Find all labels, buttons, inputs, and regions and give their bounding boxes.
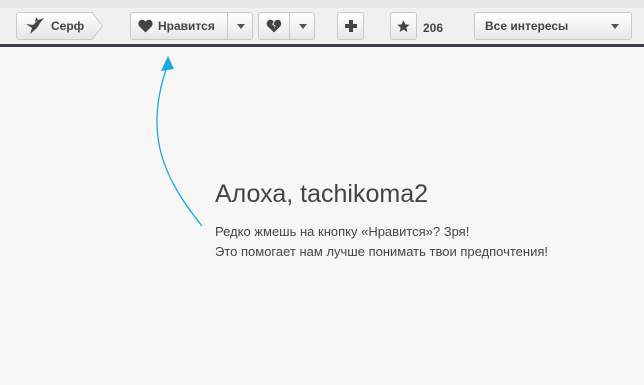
browser-top-strip	[0, 0, 644, 8]
welcome-greeting: Алоха, tachikoma2	[215, 180, 429, 208]
surf-label: Серф	[51, 19, 85, 33]
dislike-dropdown-toggle[interactable]	[290, 13, 315, 39]
like-button[interactable]: Нравится	[131, 13, 227, 39]
chevron-down-icon	[298, 23, 307, 29]
like-button-group: Нравится	[130, 12, 253, 40]
welcome-message: Алоха, tachikoma2 Редко жмешь на кнопку …	[215, 178, 548, 262]
welcome-hint-line-2: Это помогает нам лучше понимать твои пре…	[215, 244, 549, 259]
favorites-button[interactable]	[390, 12, 417, 40]
chevron-down-icon	[611, 24, 619, 29]
like-dropdown-toggle[interactable]	[228, 13, 253, 39]
broken-heart-icon	[266, 19, 282, 33]
toolbar: Серф Нравится 206 Все интересы	[0, 8, 644, 47]
dislike-button-group	[258, 12, 315, 40]
welcome-hint-line-1: Редко жмешь на кнопку «Нравится»? Зря!	[215, 224, 470, 239]
favorites-count: 206	[423, 21, 444, 35]
add-button[interactable]	[337, 12, 364, 40]
like-label: Нравится	[158, 19, 215, 33]
dislike-button[interactable]	[259, 13, 289, 39]
chevron-down-icon	[236, 23, 245, 29]
heart-icon	[138, 19, 153, 33]
interests-select[interactable]: Все интересы	[474, 12, 632, 40]
star-icon	[397, 19, 410, 33]
interests-select-value: Все интересы	[485, 19, 569, 33]
bird-icon	[25, 17, 45, 35]
surf-button[interactable]: Серф	[16, 12, 104, 40]
plus-icon	[344, 20, 357, 32]
